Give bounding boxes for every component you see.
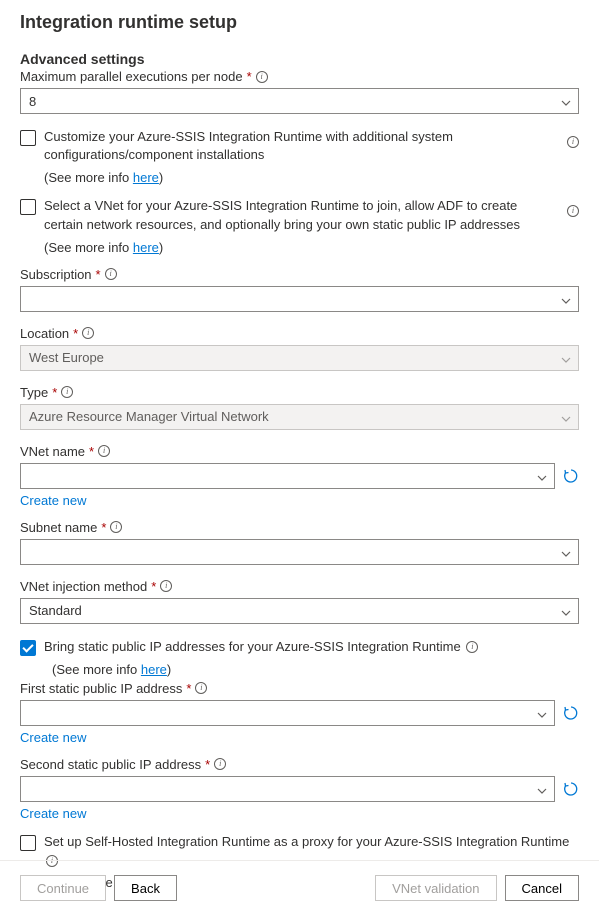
info-icon[interactable]: i <box>256 71 268 83</box>
customize-see-more: (See more info here) <box>44 170 579 185</box>
info-icon[interactable]: i <box>110 521 122 533</box>
self-hosted-checkbox[interactable] <box>20 835 36 851</box>
bring-ip-see-more: (See more info here) <box>52 662 579 677</box>
vnet-join-here-link[interactable]: here <box>133 240 159 255</box>
subscription-select[interactable] <box>20 286 579 312</box>
subnet-name-label: Subnet name * i <box>20 520 579 535</box>
vnet-name-label: VNet name * i <box>20 444 579 459</box>
customize-here-link[interactable]: here <box>133 170 159 185</box>
vnet-join-checkbox[interactable] <box>20 199 36 215</box>
location-label: Location * i <box>20 326 579 341</box>
vnet-validation-button: VNet validation <box>375 875 496 901</box>
bring-ip-here-link[interactable]: here <box>141 662 167 677</box>
info-icon[interactable]: i <box>82 327 94 339</box>
info-icon[interactable]: i <box>105 268 117 280</box>
info-icon[interactable]: i <box>61 386 73 398</box>
info-icon[interactable]: i <box>195 682 207 694</box>
bring-ip-checkbox[interactable] <box>20 640 36 656</box>
location-select <box>20 345 579 371</box>
first-ip-label: First static public IP address * i <box>20 681 579 696</box>
page-title: Integration runtime setup <box>20 12 579 33</box>
section-heading: Advanced settings <box>20 51 579 67</box>
info-icon[interactable]: i <box>98 445 110 457</box>
second-ip-select[interactable] <box>20 776 555 802</box>
subnet-name-select[interactable] <box>20 539 579 565</box>
first-ip-select[interactable] <box>20 700 555 726</box>
max-parallel-label: Maximum parallel executions per node * i <box>20 69 579 84</box>
vnet-name-select[interactable] <box>20 463 555 489</box>
bring-ip-label: Bring static public IP addresses for you… <box>44 638 478 656</box>
info-icon[interactable]: i <box>466 641 478 653</box>
customize-checkbox[interactable] <box>20 130 36 146</box>
continue-button: Continue <box>20 875 106 901</box>
required-asterisk: * <box>247 69 252 84</box>
info-icon[interactable]: i <box>567 205 579 217</box>
back-button[interactable]: Back <box>114 875 177 901</box>
info-icon[interactable]: i <box>567 136 579 148</box>
refresh-icon[interactable] <box>563 705 579 721</box>
type-label: Type * i <box>20 385 579 400</box>
vnet-create-new-link[interactable]: Create new <box>20 493 579 508</box>
vnet-join-see-more: (See more info here) <box>44 240 579 255</box>
max-parallel-select[interactable] <box>20 88 579 114</box>
refresh-icon[interactable] <box>563 781 579 797</box>
footer: Continue Back VNet validation Cancel <box>0 860 599 915</box>
customize-label: Customize your Azure-SSIS Integration Ru… <box>44 128 551 164</box>
info-icon[interactable]: i <box>214 758 226 770</box>
first-ip-create-new-link[interactable]: Create new <box>20 730 579 745</box>
subscription-label: Subscription * i <box>20 267 579 282</box>
injection-method-label: VNet injection method * i <box>20 579 579 594</box>
second-ip-label: Second static public IP address * i <box>20 757 579 772</box>
info-icon[interactable]: i <box>160 580 172 592</box>
injection-method-select[interactable] <box>20 598 579 624</box>
second-ip-create-new-link[interactable]: Create new <box>20 806 579 821</box>
refresh-icon[interactable] <box>563 468 579 484</box>
cancel-button[interactable]: Cancel <box>505 875 579 901</box>
type-select <box>20 404 579 430</box>
vnet-join-label: Select a VNet for your Azure-SSIS Integr… <box>44 197 551 233</box>
